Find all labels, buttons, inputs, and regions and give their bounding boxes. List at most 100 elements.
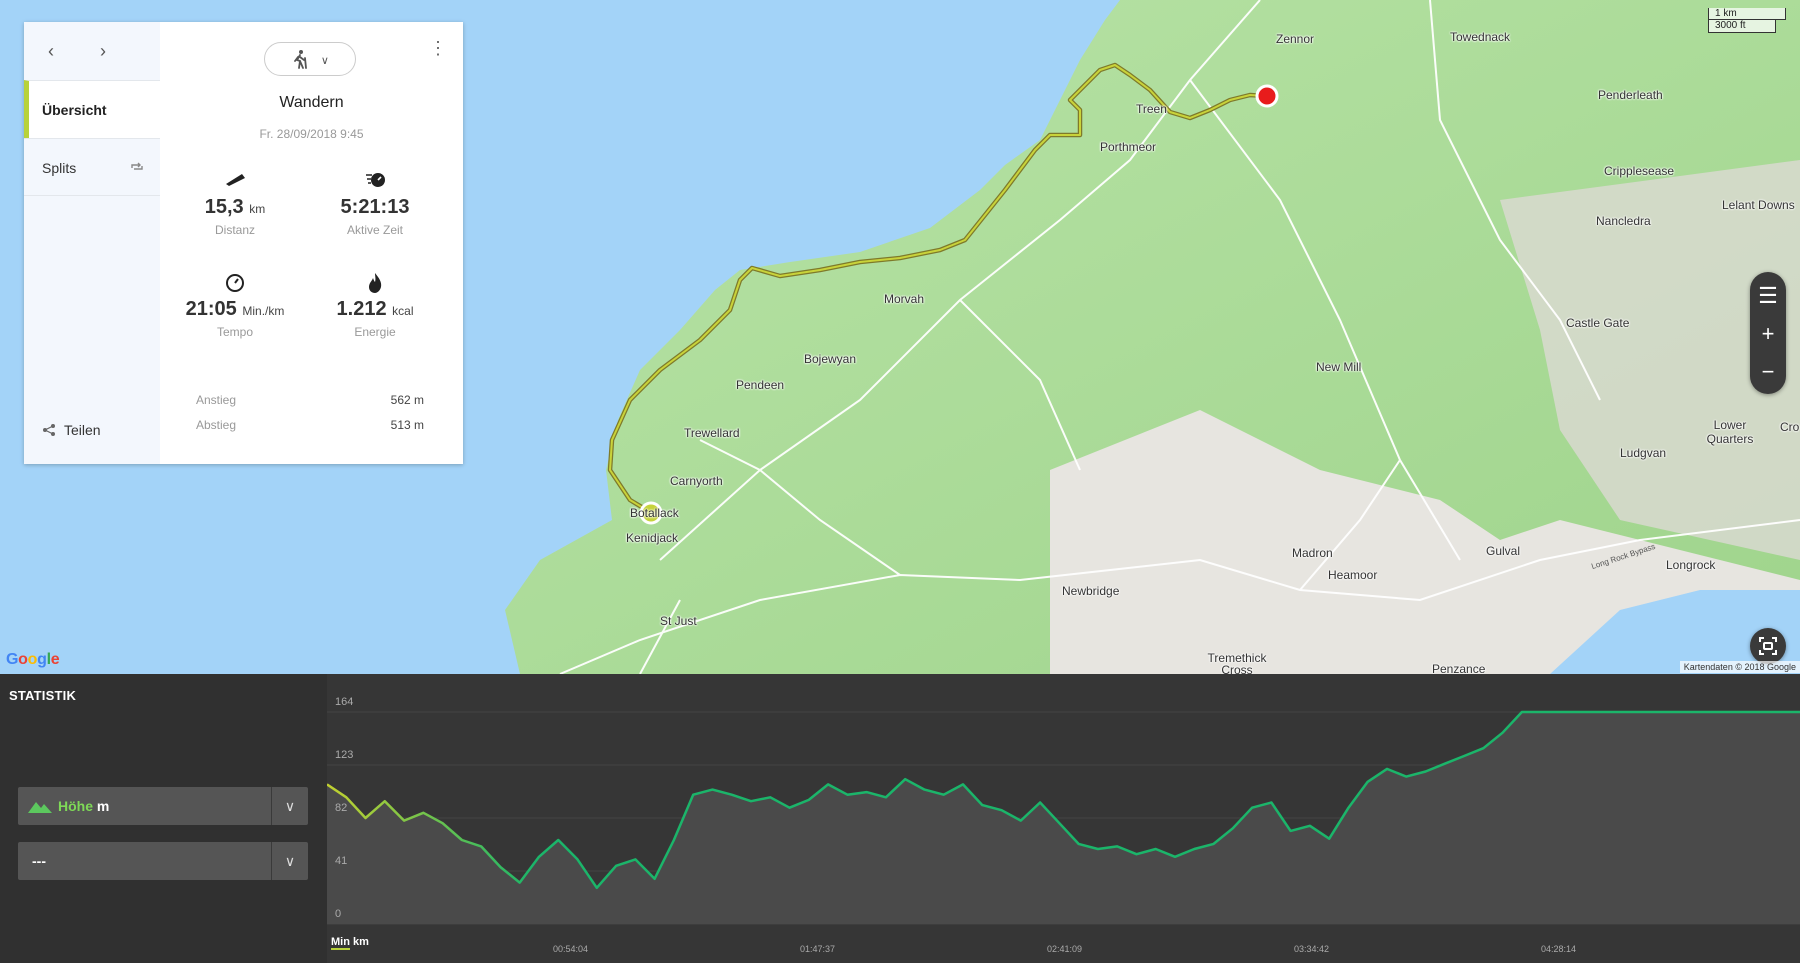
pace-value: 21:05 [185,298,237,320]
card-sidebar: ‹ › Übersicht Splits Teilen [24,22,160,464]
share-label: Teilen [64,422,101,438]
place-label: Lower Quarters [1706,418,1754,446]
map-scale: 1 km 3000 ft [1708,8,1786,33]
place-label: Nancledra [1596,214,1651,228]
end-marker [1255,84,1279,108]
scale-ft: 3000 ft [1708,20,1776,33]
more-options-icon[interactable]: ⋮ [429,38,447,59]
google-logo: Google [6,651,60,668]
stat-distance: 15,3 km Distanz [160,170,310,237]
map-controls: ☰ + − [1750,272,1786,394]
ascent-row: Anstieg 562 m [196,393,424,407]
map-attribution[interactable]: Kartendaten © 2018 Google [1679,661,1800,673]
place-label: Zennor [1276,32,1315,46]
place-label: Ludgvan [1620,446,1667,460]
forward-button[interactable]: › [90,38,116,64]
statistics-panel: STATISTIK Höhe m ∨ --- ∨ 0 41 82 123 164… [0,674,1800,963]
y-tick-label: 164 [335,696,354,708]
card-main: ∨ ⋮ Wandern Fr. 28/09/2018 9:45 15,3 km … [160,22,463,464]
chevron-down-icon: ∨ [320,55,329,67]
ascent-label: Anstieg [196,393,237,407]
place-label: Trewellard [684,426,740,440]
statistics-controls: STATISTIK Höhe m ∨ --- ∨ [0,674,327,963]
share-button[interactable]: Teilen [42,422,101,438]
x-axis-unit-toggle[interactable]: Min km [331,936,369,950]
flame-icon [300,272,450,296]
place-label: Gulval [1486,544,1521,558]
sidebar-item-overview[interactable]: Übersicht [24,80,160,138]
activity-type-select[interactable]: ∨ [264,42,356,76]
repeat-icon [131,162,143,170]
elevation-chart-svg [327,710,1800,925]
ruler-icon [160,170,310,194]
distance-label: Distanz [214,223,255,237]
share-icon [43,424,55,436]
fullscreen-button[interactable] [1750,628,1786,664]
place-label: Porthmeor [1100,140,1157,154]
place-label: Penderleath [1598,88,1663,102]
pace-label: Tempo [216,325,254,339]
zoom-in-button[interactable]: + [1750,316,1786,352]
place-label: Madron [1292,546,1333,560]
place-label: Towednack [1450,30,1511,44]
ascent-value: 562 m [390,393,424,407]
scale-km: 1 km [1708,8,1786,20]
place-label: Morvah [884,292,925,306]
hiking-icon [294,50,307,69]
unit-km[interactable]: km [353,936,369,948]
place-label: Longrock [1666,558,1716,572]
energy-value: 1.212 [336,298,387,320]
active-time-value: 5:21:13 [340,196,410,218]
metric-select-primary[interactable]: Höhe m ∨ [18,787,308,825]
statistics-title: STATISTIK [9,688,77,703]
activity-summary-card: ‹ › Übersicht Splits Teilen ∨ ⋮ Wandern … [24,22,463,464]
stat-pace: 21:05 Min./km Tempo [160,272,310,339]
speedometer-icon [160,272,310,296]
layers-menu-button[interactable]: ☰ [1750,278,1786,314]
y-tick-label: 123 [335,749,354,761]
place-label: Tremethick Cross [1207,651,1267,674]
y-tick-label: 0 [335,908,342,920]
place-label: Bojewyan [804,352,857,366]
x-tick-label: 01:47:37 [800,944,836,954]
place-label: Castle Gate [1566,316,1630,330]
back-button[interactable]: ‹ [38,38,64,64]
chevron-down-icon: ∨ [284,853,296,869]
x-tick-label: 04:28:14 [1541,944,1577,954]
place-label: St Just [660,614,697,628]
mountain-icon [28,802,52,813]
place-label: Treen [1136,102,1167,116]
metric-select-label: Höhe m [58,798,110,814]
place-label: New Mill [1316,360,1362,374]
place-label: Newbridge [1062,584,1120,598]
place-label: Cro [1780,420,1800,434]
stat-active-time: 5:21:13 Aktive Zeit [300,170,450,237]
x-tick-label: 02:41:09 [1047,944,1083,954]
stat-energy: 1.212 kcal Energie [300,272,450,339]
descent-value: 513 m [390,418,424,432]
metric-select-secondary[interactable]: --- ∨ [18,842,308,880]
activity-title: Wandern [279,94,344,111]
elevation-chart[interactable]: 0 41 82 123 164 00:54:04 01:47:37 02:41:09 03:3… [327,674,1800,963]
x-tick-label: 00:54:04 [553,944,589,954]
y-tick-label: 82 [335,802,348,814]
descent-row: Abstieg 513 m [196,418,424,432]
place-label: Pendeen [736,378,785,392]
fullscreen-icon [1759,637,1777,655]
active-time-label: Aktive Zeit [346,223,403,237]
sidebar-item-splits[interactable]: Splits [24,138,160,196]
unit-min[interactable]: Min [331,936,350,950]
place-label: Lelant Downs [1722,198,1795,212]
metric-select-label: --- [32,853,46,869]
place-label: Penzance [1432,662,1486,674]
place-label: Kenidjack [626,531,679,545]
stopwatch-icon [300,170,450,194]
x-tick-label: 03:34:42 [1294,944,1330,954]
zoom-out-button[interactable]: − [1750,354,1786,390]
activity-date: Fr. 28/09/2018 9:45 [259,127,364,141]
descent-label: Abstieg [196,418,237,432]
distance-unit: km [249,202,266,216]
y-tick-label: 41 [335,855,348,867]
place-label: Heamoor [1328,568,1378,582]
energy-label: Energie [354,325,396,339]
